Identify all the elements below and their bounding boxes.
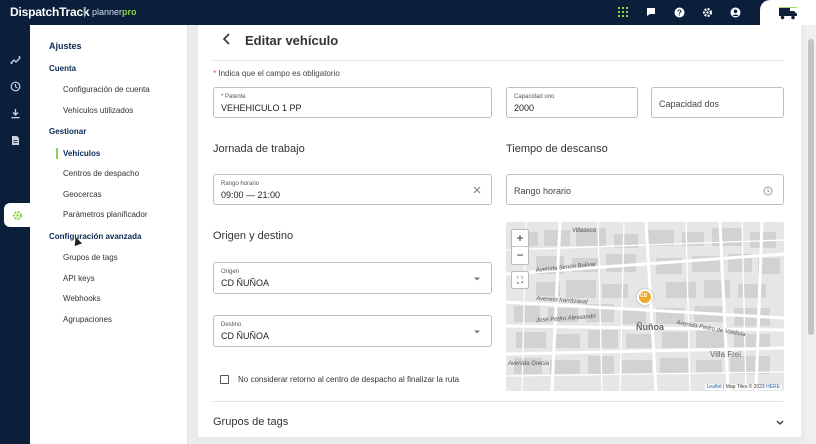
map-zoom-control: + − — [511, 229, 529, 265]
descanso-field[interactable]: Rango horario — [506, 174, 784, 205]
chevron-down-icon[interactable] — [776, 418, 784, 428]
jornada-value: 09:00 — 21:00 — [221, 190, 281, 200]
download-icon[interactable] — [8, 106, 22, 120]
section-divider — [213, 401, 783, 402]
scrollbar-thumb[interactable] — [808, 39, 814, 335]
jornada-heading: Jornada de trabajo — [213, 143, 305, 155]
district-label: Villa Frei — [710, 350, 741, 359]
sidebar-section-gestionar: Gestionar — [49, 127, 87, 136]
capacidad-dos-placeholder: Capacidad dos — [659, 99, 720, 109]
origen-value: CD ÑUÑOA — [221, 278, 270, 288]
here-link[interactable]: HERE — [766, 384, 780, 390]
origen-select[interactable]: Origen CD ÑUÑOA — [213, 262, 492, 294]
descanso-placeholder: Rango horario — [514, 186, 572, 196]
sidebar-item-vehiculos-utilizados[interactable]: Vehículos utilizados — [63, 106, 133, 115]
street-label: Avenida Grecia — [507, 361, 550, 367]
brand-separator: | — [83, 6, 86, 18]
no-return-checkbox[interactable] — [220, 375, 229, 384]
product-name: plannerpro — [92, 7, 137, 17]
patente-value: VEHEHICULO 1 PP — [221, 103, 302, 113]
sidebar-item-configuracion-cuenta[interactable]: Configuración de cuenta — [63, 85, 150, 94]
destino-label: Destino — [221, 322, 242, 328]
map-attribution: Leaflet | Map Tiles © 2023 HERE — [704, 384, 782, 390]
origen-label: Origen — [221, 269, 240, 275]
back-arrow-icon[interactable] — [222, 33, 232, 48]
sidebar-item-geocercas[interactable]: Geocercas — [63, 190, 102, 199]
chat-icon[interactable] — [644, 5, 658, 19]
history-icon[interactable] — [8, 79, 22, 93]
settings-sidebar: Ajustes Cuenta Configuración de cuenta V… — [30, 25, 188, 444]
capacidad-dos-field[interactable]: Capacidad dos — [651, 87, 784, 118]
tags-group-heading[interactable]: Grupos de tags — [213, 416, 288, 428]
sidebar-title: Ajustes — [49, 41, 82, 51]
no-return-label[interactable]: No considerar retorno al centro de despa… — [238, 375, 459, 384]
patente-label: * Patente — [221, 94, 246, 100]
fullscreen-icon[interactable]: ⛶ — [511, 271, 529, 289]
sidebar-section-configuracion-avanzada: Configuración avanzada — [49, 232, 142, 241]
map-view[interactable]: Villaseca Avenida Simón Bolívar Avenida … — [506, 222, 784, 391]
capacidad-uno-label: Capacidad uno — [514, 94, 555, 100]
map-pin-icon[interactable]: CD — [637, 289, 653, 305]
truck-icon[interactable] — [760, 0, 816, 25]
sidebar-item-vehiculos[interactable]: Vehículos — [63, 149, 100, 158]
street-label: Villaseca — [572, 228, 597, 234]
clear-icon[interactable] — [473, 186, 481, 196]
document-icon[interactable] — [8, 133, 22, 147]
dropdown-arrow-icon[interactable] — [473, 327, 481, 337]
sidebar-item-webhooks[interactable]: Webhooks — [63, 294, 101, 303]
capacidad-uno-field[interactable]: Capacidad uno 2000 — [506, 87, 638, 118]
district-label: Ñuñoa — [636, 322, 665, 332]
sidebar-item-parametros-planificador[interactable]: Parámetros planificador — [63, 210, 147, 219]
destino-value: CD ÑUÑOA — [221, 331, 270, 341]
leaflet-link[interactable]: Leaflet — [707, 384, 722, 390]
route-icon[interactable] — [8, 52, 22, 66]
origen-destino-heading: Origen y destino — [213, 230, 294, 242]
sidebar-item-centros-despacho[interactable]: Centros de despacho — [63, 169, 139, 178]
page-title: Editar vehículo — [245, 33, 339, 48]
dropdown-arrow-icon[interactable] — [473, 274, 481, 284]
title-divider — [213, 60, 783, 61]
top-bar: DispatchTrack | plannerpro ? — [0, 0, 816, 25]
map-tiles: Villaseca Avenida Simón Bolívar Avenida … — [506, 222, 784, 391]
destino-select[interactable]: Destino CD ÑUÑOA — [213, 315, 492, 347]
settings-nav-active-icon[interactable] — [4, 203, 30, 227]
gear-icon[interactable] — [700, 5, 714, 19]
brand-logo: DispatchTrack — [10, 5, 90, 19]
sidebar-item-api-keys[interactable]: API keys — [63, 274, 95, 283]
required-note: * Indica que el campo es obligatorio — [213, 69, 340, 78]
clock-icon[interactable] — [763, 186, 773, 198]
help-icon[interactable]: ? — [672, 5, 686, 19]
sidebar-item-grupos-tags[interactable]: Grupos de tags — [63, 253, 118, 262]
grid-icon[interactable] — [616, 5, 630, 19]
descanso-heading: Tiempo de descanso — [506, 143, 608, 155]
icon-rail — [0, 25, 30, 444]
patente-field[interactable]: * Patente VEHEHICULO 1 PP — [213, 87, 492, 118]
main-content: Editar vehículo * Indica que el campo es… — [198, 25, 801, 437]
svg-text:?: ? — [677, 8, 682, 17]
jornada-field[interactable]: Rango horario 09:00 — 21:00 — [213, 174, 492, 205]
sidebar-section-cuenta: Cuenta — [49, 64, 77, 73]
active-indicator — [56, 148, 58, 159]
capacidad-uno-value: 2000 — [514, 103, 535, 113]
zoom-out-button[interactable]: − — [512, 247, 528, 264]
page-scrollbar[interactable] — [806, 25, 816, 444]
user-icon[interactable] — [728, 5, 742, 19]
jornada-label: Rango horario — [221, 181, 260, 187]
zoom-in-button[interactable]: + — [512, 230, 528, 247]
sidebar-item-agrupaciones[interactable]: Agrupaciones — [63, 315, 112, 324]
